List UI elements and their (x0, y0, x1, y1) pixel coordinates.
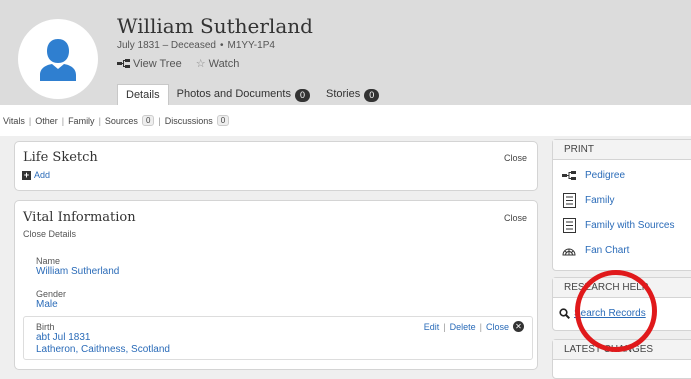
document-icon (561, 193, 577, 208)
vital-information-card: Vital Information Close Close Details Na… (14, 200, 538, 370)
print-family-sources-link[interactable]: Family with Sources (561, 218, 674, 233)
print-fan-chart-link[interactable]: Fan Chart (561, 244, 629, 256)
highlight-circle (575, 270, 657, 352)
birth-place: Latheron, Caithness, Scotland (36, 344, 170, 355)
add-label: Add (34, 170, 51, 180)
separator: | (98, 115, 101, 126)
person-name: William Sutherland (117, 14, 313, 38)
fan-chart-icon (561, 244, 577, 256)
separator: | (61, 115, 65, 126)
sources-count: 0 (141, 115, 155, 126)
tree-icon (117, 59, 130, 68)
tab-label: Details (126, 89, 160, 101)
person-silhouette-icon (40, 39, 76, 81)
print-item-label: Family (585, 195, 615, 206)
name-value[interactable]: William Sutherland (36, 266, 119, 277)
person-id: M1YY-1P4 (227, 40, 275, 51)
vital-information-title: Vital Information (23, 210, 136, 225)
add-life-sketch-button[interactable]: + Add (22, 170, 50, 180)
watch-button[interactable]: ☆ Watch (195, 57, 240, 71)
tab-details[interactable]: Details (117, 84, 169, 105)
count-badge: 0 (294, 89, 310, 102)
tab-photos-documents[interactable]: Photos and Documents 0 (169, 84, 318, 105)
watch-label: Watch (208, 57, 240, 70)
person-dates: July 1831 – Deceased (117, 40, 216, 51)
gender-label: Gender (36, 289, 67, 299)
star-icon: ☆ (195, 58, 206, 70)
print-family-link[interactable]: Family (561, 193, 614, 208)
discussions-count: 0 (216, 115, 230, 126)
nav-sources[interactable]: Sources (105, 116, 138, 126)
birth-actions: Edit | Delete | Close ✕ (424, 321, 524, 332)
print-title: PRINT (553, 140, 691, 160)
document-icon (561, 218, 577, 233)
life-sketch-title: Life Sketch (23, 150, 98, 165)
vital-information-close-button[interactable]: Close (504, 213, 527, 223)
avatar (18, 19, 98, 99)
tab-stories[interactable]: Stories 0 (318, 84, 387, 105)
close-details-link[interactable]: Close Details (23, 229, 76, 239)
tab-bar: Details Photos and Documents 0 Stories 0 (117, 84, 387, 105)
close-birth-button[interactable]: Close (486, 322, 509, 332)
separator: | (158, 115, 161, 126)
person-header: William Sutherland July 1831 – Deceased •… (0, 0, 691, 105)
gender-value[interactable]: Male (36, 299, 58, 310)
pedigree-icon (561, 171, 577, 180)
delete-birth-button[interactable]: Delete (450, 322, 476, 332)
nav-other[interactable]: Other (35, 116, 58, 126)
separator: | (28, 115, 32, 126)
close-circle-icon[interactable]: ✕ (513, 321, 524, 332)
nav-vitals[interactable]: Vitals (3, 116, 25, 126)
name-label: Name (36, 256, 61, 266)
print-pedigree-link[interactable]: Pedigree (561, 170, 625, 181)
search-icon (559, 308, 570, 319)
birth-detail-box: Birth abt Jul 1831 Latheron, Caithness, … (23, 316, 533, 360)
print-card: PRINT Pedigree Family Family with Source… (552, 139, 691, 271)
view-tree-button[interactable]: View Tree (117, 57, 182, 70)
print-item-label: Pedigree (585, 170, 626, 181)
nav-discussions[interactable]: Discussions (165, 116, 213, 126)
separator: | (443, 321, 446, 332)
separator: | (479, 321, 482, 332)
separator-dot: • (219, 40, 224, 51)
view-tree-label: View Tree (133, 57, 182, 70)
section-nav: Vitals | Other | Family | Sources 0 | Di… (0, 105, 691, 136)
plus-icon: + (22, 169, 31, 180)
tab-label: Stories (326, 88, 361, 100)
life-sketch-card: Life Sketch Close + Add (14, 141, 538, 191)
edit-birth-button[interactable]: Edit (424, 322, 440, 332)
print-item-label: Fan Chart (585, 244, 630, 256)
count-badge: 0 (364, 89, 380, 102)
tab-label: Photos and Documents (176, 88, 291, 100)
header-actions: View Tree ☆ Watch (117, 57, 239, 70)
nav-family[interactable]: Family (68, 116, 95, 126)
birth-label: Birth (36, 322, 55, 332)
life-sketch-close-button[interactable]: Close (504, 153, 527, 163)
person-meta: July 1831 – Deceased • M1YY-1P4 (117, 40, 275, 51)
print-item-label: Family with Sources (585, 220, 675, 231)
birth-date: abt Jul 1831 (36, 332, 91, 343)
